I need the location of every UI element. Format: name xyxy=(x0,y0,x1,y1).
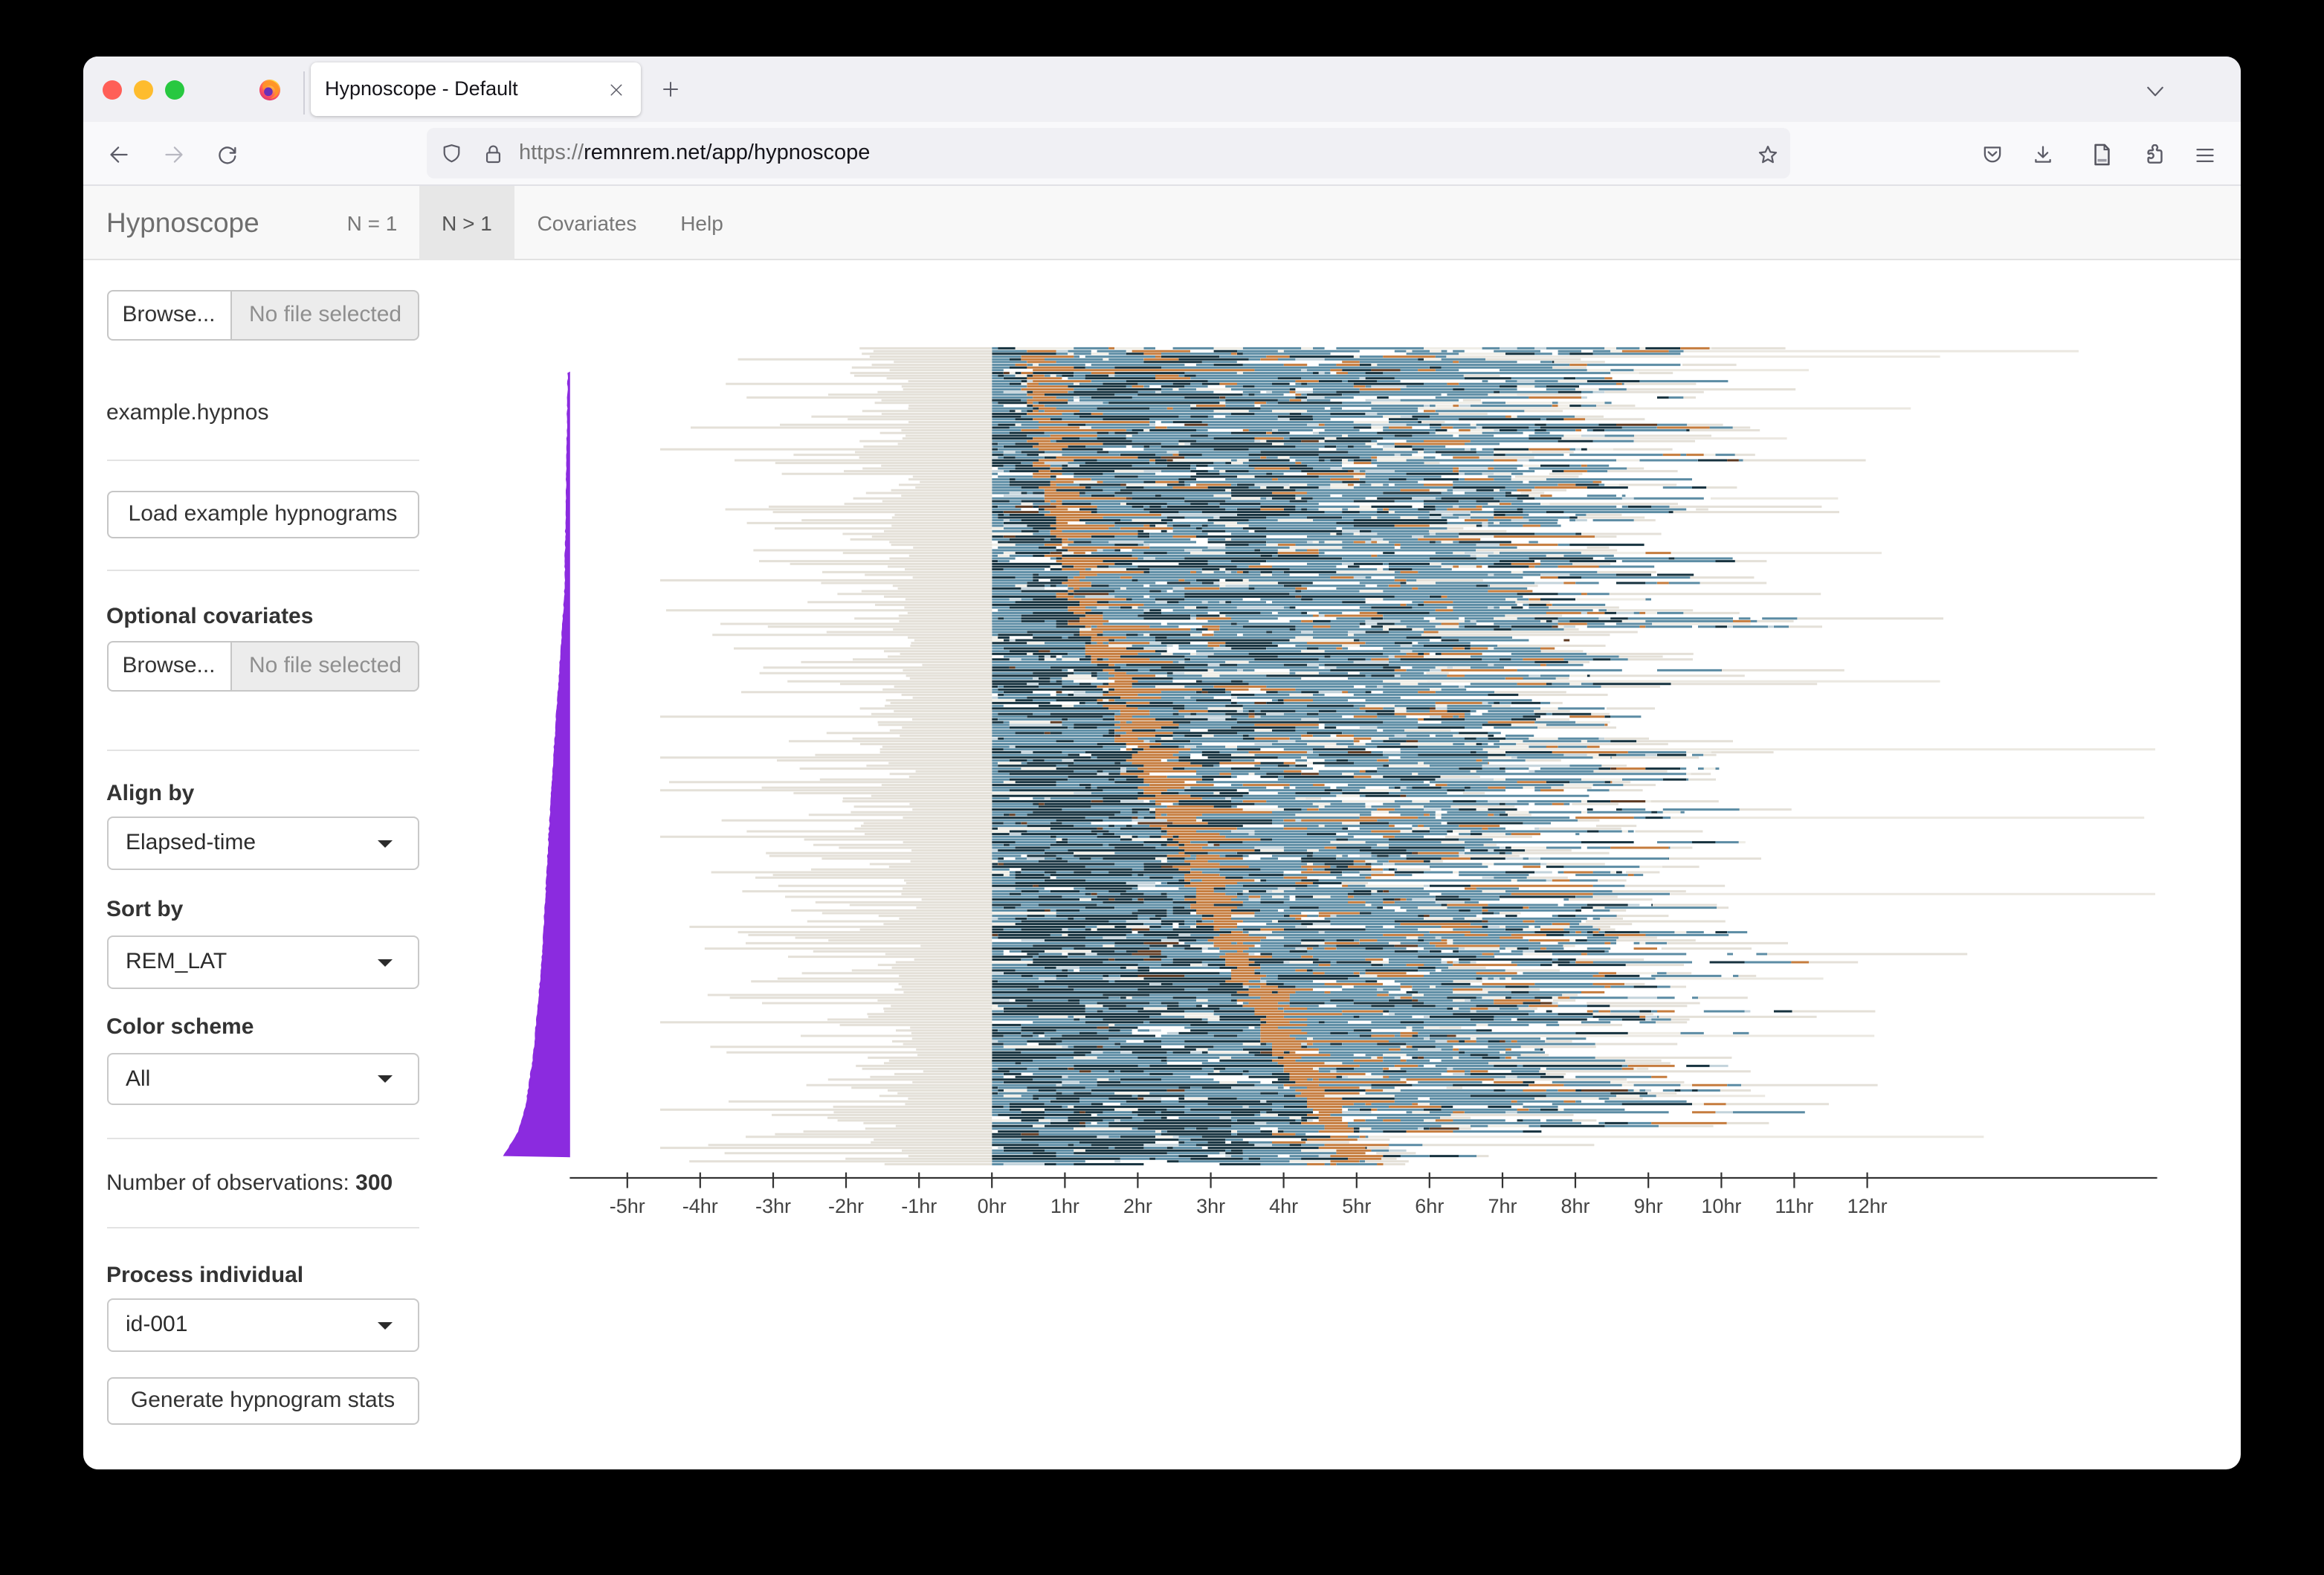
svg-text:-4hr: -4hr xyxy=(682,1194,718,1217)
svg-text:0hr: 0hr xyxy=(978,1194,1007,1217)
svg-text:2hr: 2hr xyxy=(1123,1194,1152,1217)
svg-text:4hr: 4hr xyxy=(1269,1194,1298,1217)
svg-text:-5hr: -5hr xyxy=(610,1194,645,1217)
svg-text:9hr: 9hr xyxy=(1634,1194,1663,1217)
svg-text:-3hr: -3hr xyxy=(755,1194,791,1217)
svg-text:11hr: 11hr xyxy=(1775,1194,1813,1217)
svg-text:8hr: 8hr xyxy=(1560,1194,1589,1217)
svg-text:10hr: 10hr xyxy=(1701,1194,1741,1217)
svg-text:5hr: 5hr xyxy=(1342,1194,1371,1217)
svg-text:1hr: 1hr xyxy=(1050,1194,1079,1217)
svg-text:-2hr: -2hr xyxy=(828,1194,864,1217)
svg-text:-1hr: -1hr xyxy=(901,1194,937,1217)
svg-text:3hr: 3hr xyxy=(1196,1194,1225,1217)
svg-text:6hr: 6hr xyxy=(1415,1194,1444,1217)
svg-text:7hr: 7hr xyxy=(1488,1194,1517,1217)
svg-text:12hr: 12hr xyxy=(1847,1194,1888,1217)
